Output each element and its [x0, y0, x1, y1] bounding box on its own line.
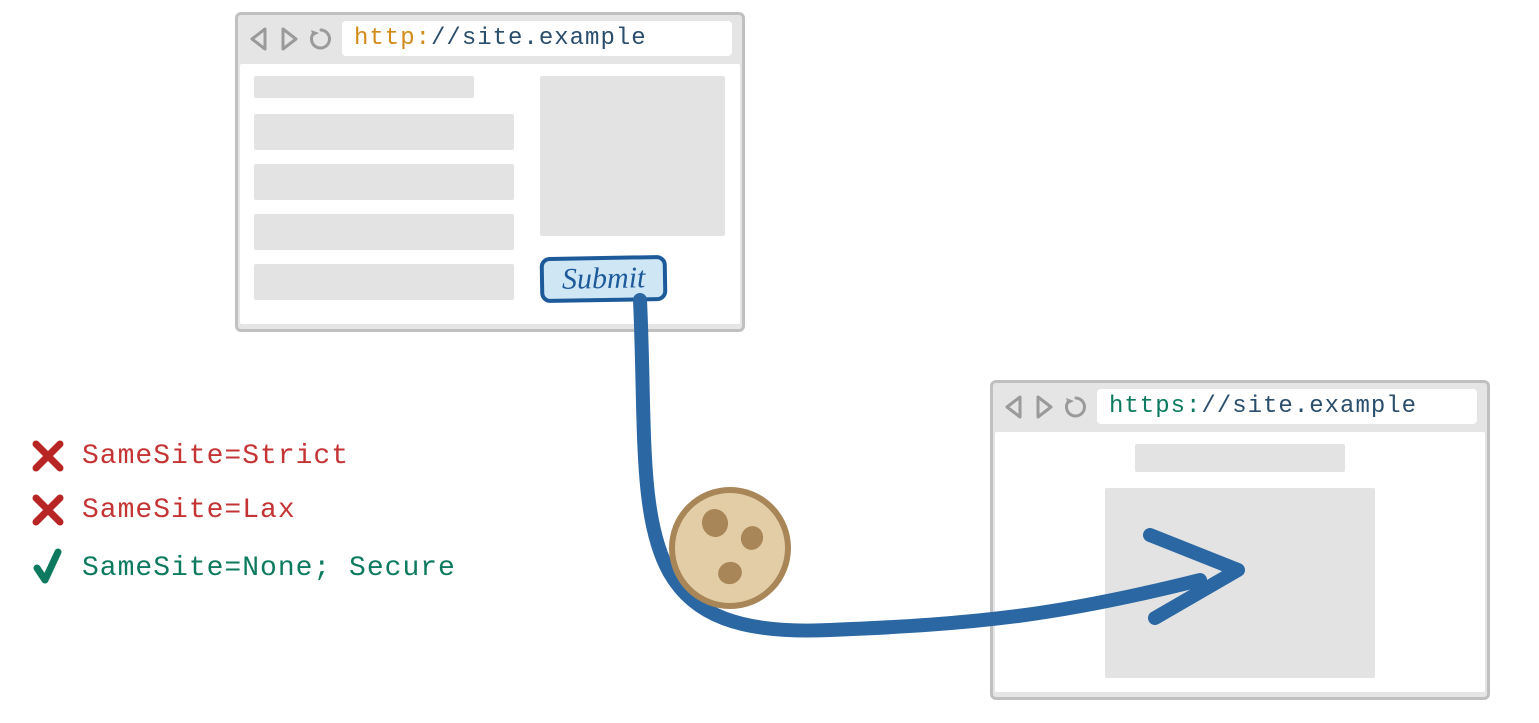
- url-bar-http[interactable]: http://site.example: [342, 21, 732, 56]
- legend-row-lax: SameSite=Lax: [30, 494, 456, 526]
- placeholder-line: [1135, 444, 1345, 472]
- placeholder-block: [1105, 488, 1375, 678]
- placeholder-line: [254, 164, 514, 200]
- legend-row-strict: SameSite=Strict: [30, 440, 456, 472]
- browser-body-http: Submit: [240, 64, 740, 324]
- browser-http: http://site.example Submit: [235, 12, 745, 332]
- forward-icon: [278, 26, 300, 52]
- legend-row-none: SameSite=None; Secure: [30, 548, 456, 588]
- placeholder-line: [254, 214, 514, 250]
- legend-text: SameSite=None; Secure: [82, 553, 456, 584]
- cross-icon: [30, 440, 66, 472]
- back-icon: [248, 26, 270, 52]
- url-scheme: http:: [354, 25, 431, 52]
- placeholder-block: [540, 76, 725, 236]
- legend-text: SameSite=Strict: [82, 441, 349, 472]
- cookie-icon: [660, 478, 800, 623]
- browser-top-bar: https://site.example: [993, 383, 1487, 430]
- placeholder-line: [254, 114, 514, 150]
- browser-top-bar: http://site.example: [238, 15, 742, 62]
- url-rest: //site.example: [1201, 393, 1417, 420]
- forward-icon: [1033, 394, 1055, 420]
- url-rest: //site.example: [431, 25, 647, 52]
- reload-icon: [308, 26, 334, 52]
- browser-https: https://site.example: [990, 380, 1490, 700]
- browser-body-https: [995, 432, 1485, 692]
- cross-icon: [30, 494, 66, 526]
- placeholder-line: [254, 76, 474, 98]
- submit-button[interactable]: Submit: [540, 255, 668, 303]
- url-scheme: https:: [1109, 393, 1201, 420]
- check-icon: [30, 548, 66, 588]
- reload-icon: [1063, 394, 1089, 420]
- legend-text: SameSite=Lax: [82, 495, 296, 526]
- samesite-legend: SameSite=Strict SameSite=Lax SameSite=No…: [30, 440, 456, 610]
- placeholder-line: [254, 264, 514, 300]
- url-bar-https[interactable]: https://site.example: [1097, 389, 1477, 424]
- back-icon: [1003, 394, 1025, 420]
